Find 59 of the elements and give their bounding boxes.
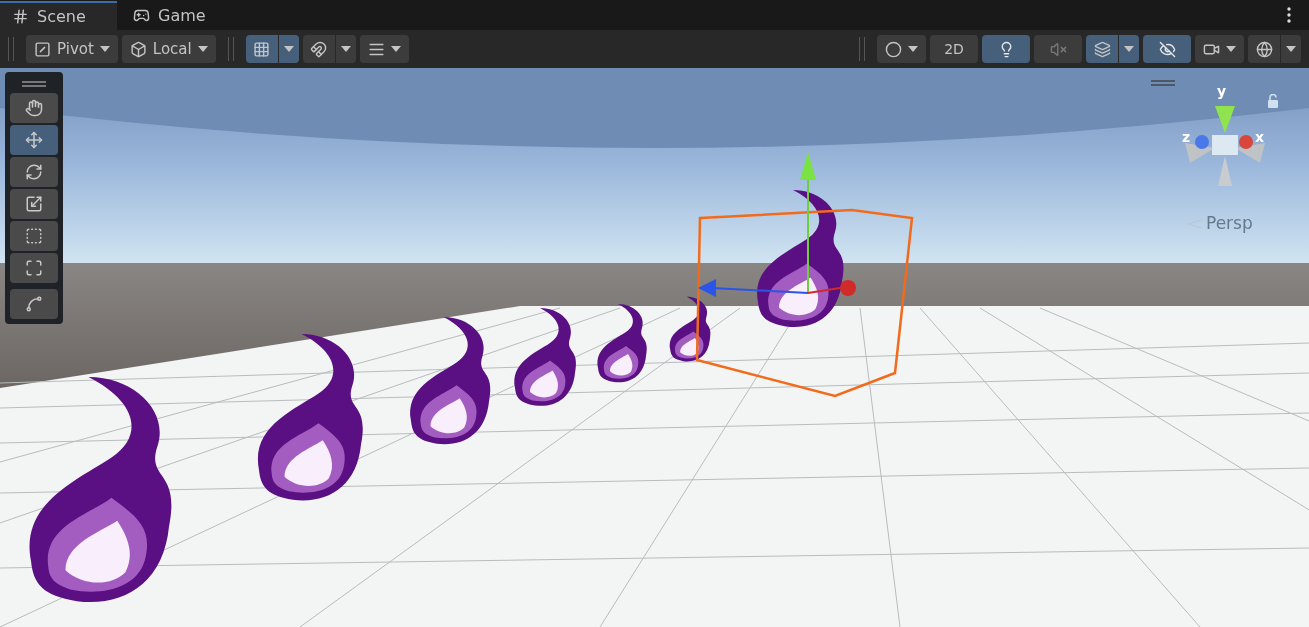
magnet-icon (310, 40, 328, 58)
caret-icon (197, 46, 208, 52)
layers-icon (1093, 40, 1111, 58)
caret-icon (283, 46, 294, 52)
caret-icon (1286, 46, 1296, 52)
lock-icon[interactable] (1267, 94, 1279, 108)
dropdown-button[interactable] (359, 35, 409, 63)
toggle-button[interactable] (1143, 35, 1191, 63)
speaker-muted-icon (1049, 40, 1067, 58)
dropdown-button[interactable] (1119, 35, 1139, 63)
hand-icon (25, 99, 43, 117)
tool-button[interactable] (10, 157, 58, 187)
eye-slash-icon (1158, 40, 1176, 58)
drag-handle-icon[interactable] (22, 81, 46, 87)
drag-handle-icon[interactable] (1151, 80, 1175, 86)
cube-icon (129, 40, 147, 58)
toggle-button[interactable] (1034, 35, 1082, 63)
tool-button[interactable] (10, 253, 58, 283)
toggle-button[interactable] (302, 35, 335, 63)
axis-label[interactable]: y (1217, 84, 1227, 98)
path-icon (25, 295, 43, 313)
tool-button[interactable] (10, 289, 58, 319)
toggle-button[interactable] (1086, 35, 1118, 63)
tool-button[interactable] (10, 189, 58, 219)
grid-icon (253, 40, 271, 58)
dropdown-button[interactable] (278, 35, 299, 63)
dropdown-button[interactable] (335, 35, 356, 63)
caret-icon (1124, 46, 1134, 52)
rotate-icon (25, 163, 43, 181)
more-options-icon[interactable] (1287, 7, 1291, 23)
circle-icon (885, 40, 902, 58)
globe-icon (1255, 40, 1273, 58)
tab[interactable]: Game (117, 1, 222, 30)
gamepad-icon (133, 7, 150, 24)
dropdown-button[interactable]: Local (121, 35, 216, 63)
caret-icon (908, 46, 918, 52)
toggle-button[interactable]: 2D (930, 35, 978, 63)
toggle-button[interactable] (245, 35, 278, 63)
toggle-button[interactable] (1248, 35, 1280, 63)
toggle-button[interactable] (982, 35, 1030, 63)
grid-icon (12, 8, 29, 25)
caret-icon (99, 46, 110, 52)
rect-icon (25, 227, 43, 245)
pivot-icon (34, 40, 51, 58)
scene-viewport[interactable]: y z x Persp (0, 68, 1309, 627)
tool-button[interactable] (10, 93, 58, 123)
move-icon (25, 131, 43, 149)
caret-icon (1226, 46, 1236, 52)
transform-icon (25, 259, 43, 277)
tool-button[interactable] (10, 125, 58, 155)
caret-icon (390, 46, 401, 52)
flame-effect (669, 296, 711, 362)
dropdown-button[interactable]: Pivot (26, 35, 118, 63)
dropdown-button[interactable] (877, 35, 926, 63)
dropdown-button[interactable] (1195, 35, 1244, 63)
scale-icon (25, 195, 43, 213)
dropdown-button[interactable] (1281, 35, 1301, 63)
tab[interactable]: Scene (0, 1, 117, 30)
caret-icon (340, 46, 351, 52)
